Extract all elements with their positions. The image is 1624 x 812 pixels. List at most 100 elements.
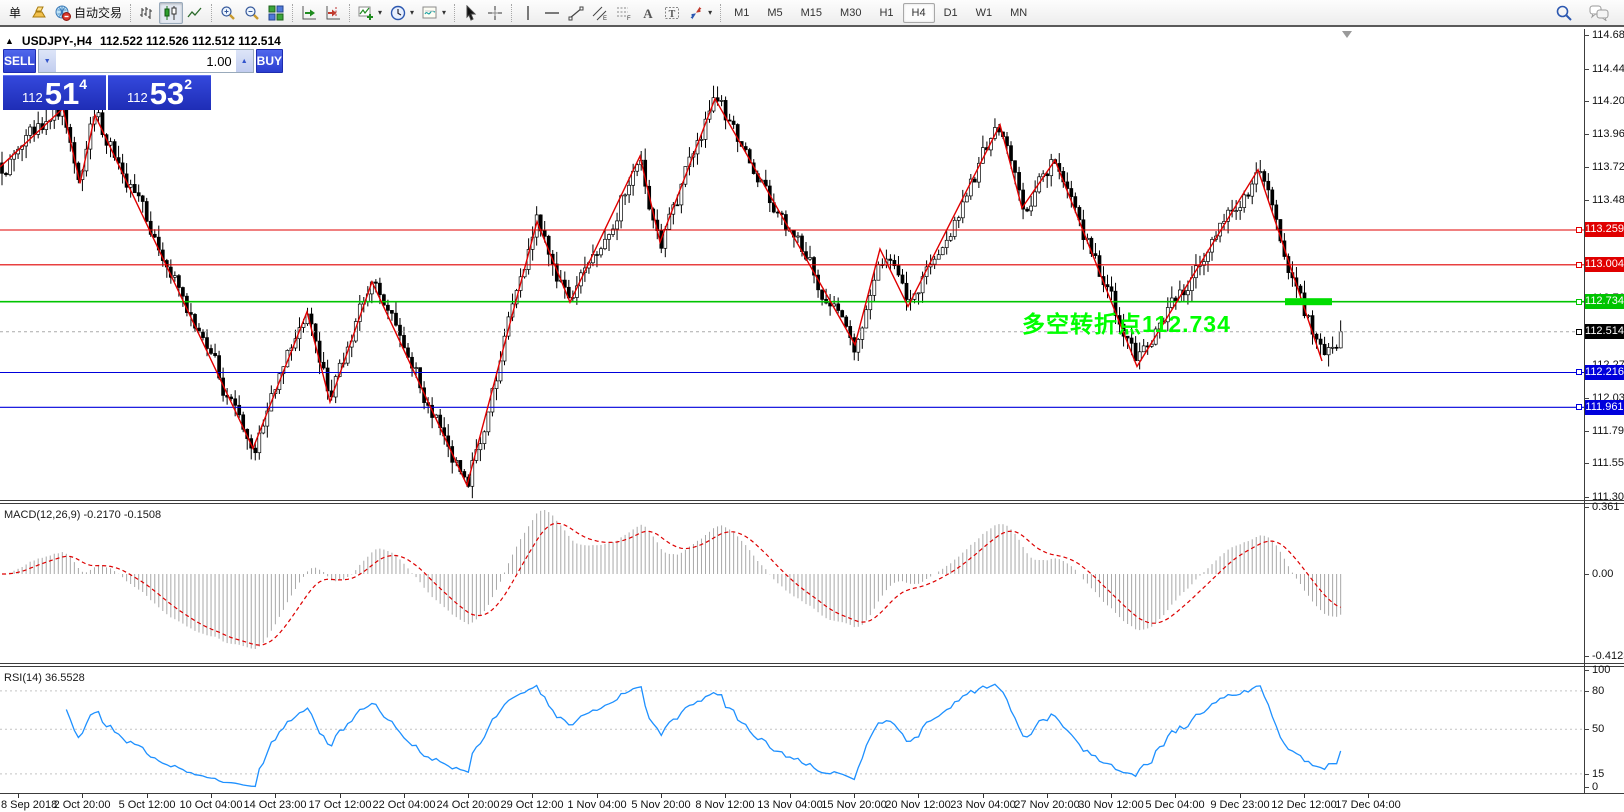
price-label-chip: 113.004	[1585, 257, 1624, 272]
toolbar-separator	[130, 3, 132, 22]
level-handle[interactable]	[1576, 369, 1582, 375]
level-handle[interactable]	[1576, 227, 1582, 233]
zoom-in-button[interactable]	[216, 2, 240, 24]
arrow-tools-button[interactable]: ▾	[684, 2, 716, 24]
time-axis-label[interactable]: 9 Dec 23:00	[1210, 799, 1269, 811]
new-order-button[interactable]: 单	[3, 2, 27, 24]
line-chart-button[interactable]	[183, 2, 207, 24]
price-chart-pane[interactable]	[0, 29, 1584, 500]
text-label-button[interactable]: T	[660, 2, 684, 24]
timeframe-h1-button[interactable]: H1	[870, 3, 902, 23]
chevron-down-icon[interactable]: ▾	[708, 8, 712, 17]
time-axis-label[interactable]: 13 Nov 04:00	[757, 799, 822, 811]
line-chart-icon	[187, 5, 203, 21]
zoom-in-icon	[220, 5, 236, 21]
horizontal-line-button[interactable]	[540, 2, 564, 24]
crosshair-button[interactable]	[483, 2, 507, 24]
time-axis-label[interactable]: 14 Oct 23:00	[244, 799, 307, 811]
chart-shift-button[interactable]	[321, 2, 345, 24]
trend-line-button[interactable]	[564, 2, 588, 24]
sell-price[interactable]: 112 51 4	[3, 75, 106, 110]
volume-increase-button[interactable]: ▲	[235, 50, 253, 72]
bar-chart-button[interactable]	[135, 2, 159, 24]
toolbar-separator	[349, 3, 351, 22]
time-axis-label[interactable]: 8 Nov 12:00	[695, 799, 754, 811]
volume-input[interactable]	[55, 50, 236, 72]
sell-button[interactable]: SELL	[3, 49, 36, 73]
volume-decrease-button[interactable]: ▼	[38, 50, 56, 72]
cursor-button[interactable]	[459, 2, 483, 24]
time-axis-label[interactable]: 5 Dec 04:00	[1145, 799, 1204, 811]
timeframe-w1-button[interactable]: W1	[967, 3, 1002, 23]
time-axis-label[interactable]: 29 Oct 12:00	[501, 799, 564, 811]
time-axis-label[interactable]: 17 Oct 12:00	[309, 799, 372, 811]
timeframe-m5-button[interactable]: M5	[758, 3, 791, 23]
pane-separator[interactable]	[0, 500, 1624, 504]
thick-trend-segment[interactable]	[1285, 298, 1332, 306]
autotrading-icon	[55, 5, 71, 21]
time-axis-label[interactable]: 20 Nov 12:00	[885, 799, 950, 811]
collapse-panel-icon[interactable]: ▲	[5, 36, 14, 46]
text-button[interactable]: A	[636, 2, 660, 24]
chart-shift-marker-icon[interactable]	[1342, 31, 1352, 38]
chart-window[interactable]: ▲ USDJPY-,H4 112.522 112.526 112.512 112…	[0, 25, 1624, 812]
level-handle[interactable]	[1576, 329, 1582, 335]
candlestick-chart-button[interactable]	[159, 1, 184, 24]
timeframe-m30-button[interactable]: M30	[831, 3, 870, 23]
buy-price-prefix: 112	[126, 90, 148, 105]
equidistant-channel-button[interactable]: E	[588, 2, 612, 24]
chevron-down-icon[interactable]: ▾	[410, 8, 414, 17]
time-axis-label[interactable]: 15 Nov 20:00	[821, 799, 886, 811]
auto-scroll-button[interactable]	[297, 2, 321, 24]
time-axis-label[interactable]: 23 Nov 04:00	[950, 799, 1015, 811]
level-handle[interactable]	[1576, 404, 1582, 410]
timeframe-h4-button[interactable]: H4	[902, 2, 935, 23]
macd-pane[interactable]	[0, 504, 1584, 663]
rsi-axis-label: 100	[1592, 664, 1611, 676]
trend-line-icon	[568, 5, 584, 21]
time-axis-label[interactable]: 1 Nov 04:00	[567, 799, 626, 811]
autotrading-button[interactable]: 自动交易	[51, 2, 126, 24]
tile-windows-button[interactable]	[264, 2, 288, 24]
price-label-chip: 112.734	[1585, 294, 1624, 309]
time-axis-label[interactable]: 10 Oct 04:00	[180, 799, 243, 811]
pane-separator[interactable]	[0, 663, 1624, 667]
time-axis-label[interactable]: 12 Dec 12:00	[1271, 799, 1336, 811]
search-button[interactable]	[1551, 2, 1577, 24]
time-axis-label[interactable]: 5 Nov 20:00	[631, 799, 690, 811]
time-axis-tick	[211, 794, 212, 798]
time-axis-label[interactable]: 27 Nov 20:00	[1014, 799, 1079, 811]
rsi-pane[interactable]	[0, 667, 1584, 793]
buy-price[interactable]: 112 53 2	[108, 75, 211, 110]
timeframe-m1-button[interactable]: M1	[725, 3, 758, 23]
templates-button[interactable]: ▾	[418, 2, 450, 24]
buy-button[interactable]: BUY	[255, 49, 284, 73]
vertical-line-button[interactable]	[516, 2, 540, 24]
deposit-button[interactable]	[27, 2, 51, 24]
price-label-chip: 112.514	[1585, 324, 1624, 339]
toolbar-separator	[511, 3, 513, 22]
timeframe-mn-button[interactable]: MN	[1001, 3, 1036, 23]
time-axis-label[interactable]: 17 Dec 04:00	[1335, 799, 1400, 811]
chat-button[interactable]	[1585, 2, 1613, 24]
level-handle[interactable]	[1576, 299, 1582, 305]
chart-annotation-text[interactable]: 多空转折点112.734	[1022, 305, 1231, 339]
chevron-down-icon[interactable]: ▾	[442, 8, 446, 17]
zoom-out-button[interactable]	[240, 2, 264, 24]
time-axis-label[interactable]: 22 Oct 04:00	[373, 799, 436, 811]
periods-button[interactable]: ▾	[386, 2, 418, 24]
timeframe-d1-button[interactable]: D1	[935, 3, 967, 23]
fibonacci-button[interactable]: F	[612, 2, 636, 24]
indicators-button[interactable]: ▾	[354, 2, 386, 24]
level-handle[interactable]	[1576, 262, 1582, 268]
chevron-down-icon[interactable]: ▾	[378, 8, 382, 17]
time-axis-label[interactable]: 24 Oct 20:00	[437, 799, 500, 811]
time-axis-label[interactable]: 8 Sep 2018	[1, 799, 57, 811]
time-axis-tick	[147, 794, 148, 798]
time-axis-label[interactable]: 2 Oct 20:00	[54, 799, 111, 811]
macd-indicator-label: MACD(12,26,9) -0.2170 -0.1508	[4, 509, 162, 521]
timeframe-m15-button[interactable]: M15	[792, 3, 831, 23]
time-axis-label[interactable]: 5 Oct 12:00	[119, 799, 176, 811]
time-axis-label[interactable]: 30 Nov 12:00	[1078, 799, 1143, 811]
symbol-title: USDJPY-,H4	[21, 34, 92, 48]
